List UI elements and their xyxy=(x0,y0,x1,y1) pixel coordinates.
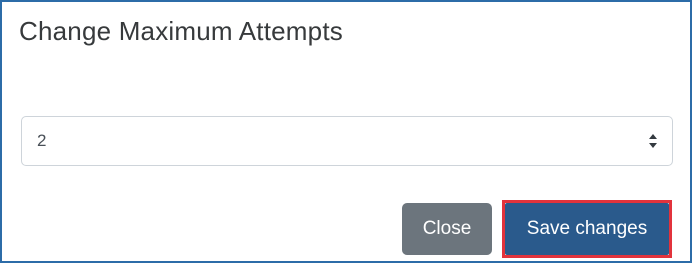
save-changes-button[interactable]: Save changes xyxy=(505,203,669,255)
select-value: 2 xyxy=(37,131,47,150)
modal-dialog: Change Maximum Attempts 2 Close Save cha… xyxy=(0,0,692,263)
sort-arrows-icon xyxy=(649,134,657,148)
modal-title: Change Maximum Attempts xyxy=(19,16,343,46)
close-button[interactable]: Close xyxy=(402,203,492,255)
maximum-attempts-select[interactable]: 2 xyxy=(21,116,673,166)
